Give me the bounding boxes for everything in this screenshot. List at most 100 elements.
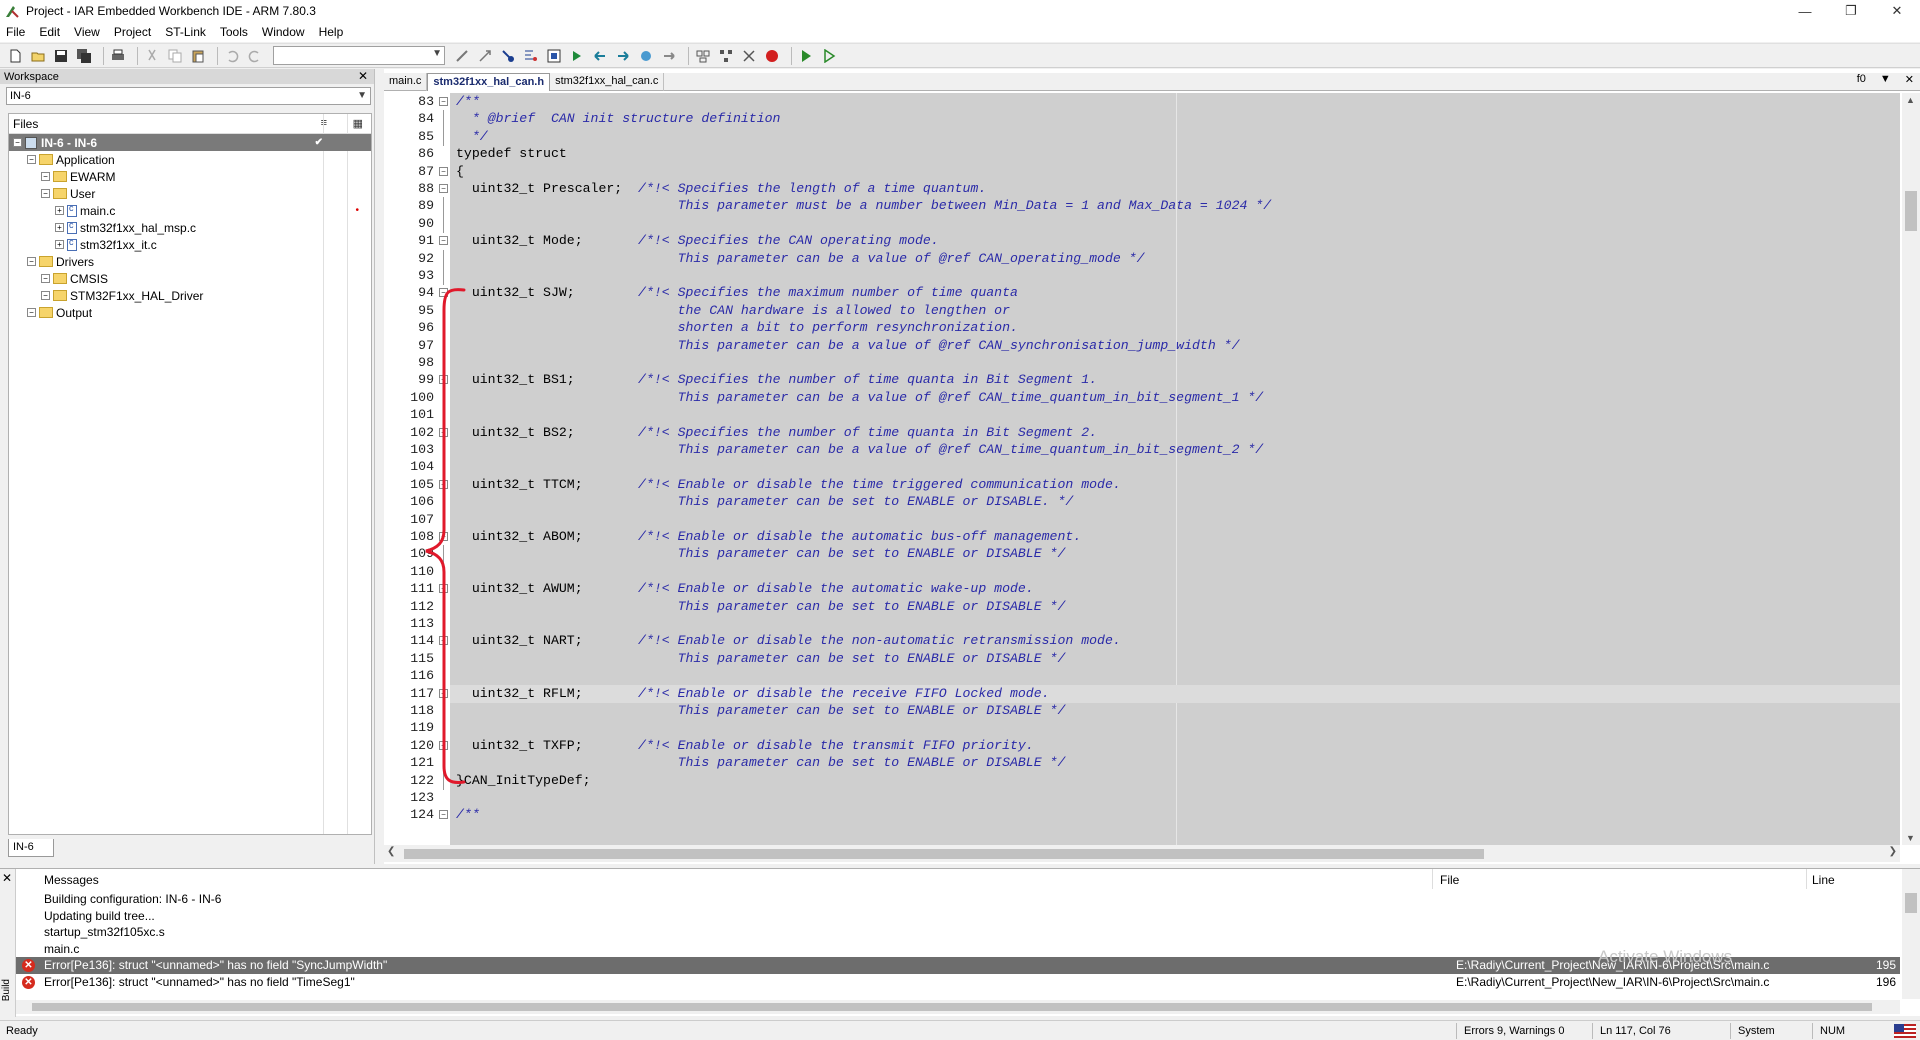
- menu-view[interactable]: View: [74, 25, 100, 39]
- find-in-files-icon[interactable]: [499, 47, 517, 65]
- tree-item[interactable]: − Drivers: [9, 253, 371, 270]
- fold-toggle-icon[interactable]: −: [439, 427, 448, 437]
- navigate-back-icon[interactable]: [591, 47, 609, 65]
- tree-item[interactable]: − CMSIS: [9, 270, 371, 287]
- workspace-tab[interactable]: IN-6: [8, 839, 54, 857]
- tab-main-c[interactable]: main.c: [384, 73, 428, 91]
- vertical-scrollbar[interactable]: ▲ ▼: [1902, 93, 1920, 845]
- code-line[interactable]: 116: [384, 667, 1900, 686]
- code-line[interactable]: 112 This parameter can be set to ENABLE …: [384, 597, 1900, 616]
- settings-icon[interactable]: ▦: [353, 117, 363, 130]
- tree-item[interactable]: + stm32f1xx_it.c: [9, 236, 371, 253]
- debug-without-downloading-icon[interactable]: [820, 47, 838, 65]
- code-line[interactable]: 89 This parameter must be a number betwe…: [384, 197, 1900, 216]
- toggle-bookmark-icon[interactable]: [453, 47, 471, 65]
- copy-icon[interactable]: [166, 47, 184, 65]
- fold-toggle-icon[interactable]: −: [439, 166, 448, 176]
- code-line[interactable]: 84 * @brief CAN init structure definitio…: [384, 110, 1900, 129]
- expand-toggle-icon[interactable]: −: [41, 189, 50, 198]
- code-line[interactable]: 120− uint32_t TXFP; /*!< Enable or disab…: [384, 737, 1900, 755]
- next-bookmark-icon[interactable]: [476, 47, 494, 65]
- code-line[interactable]: 85 */: [384, 127, 1900, 146]
- code-area[interactable]: 83−/** 84 * @brief CAN init structure def…: [384, 93, 1900, 845]
- menu-edit[interactable]: Edit: [39, 25, 60, 39]
- expand-toggle-icon[interactable]: −: [41, 274, 50, 283]
- column-separator[interactable]: [1806, 869, 1807, 889]
- build-tab[interactable]: Build: [1, 979, 12, 1001]
- find-combo-box[interactable]: ▼: [273, 46, 445, 65]
- expand-toggle-icon[interactable]: −: [27, 155, 36, 164]
- messages-vertical-scrollbar[interactable]: [1902, 869, 1920, 999]
- fold-toggle-icon[interactable]: −: [439, 688, 448, 698]
- menu-help[interactable]: Help: [319, 25, 344, 39]
- code-line[interactable]: 102− uint32_t BS2; /*!< Specifies the nu…: [384, 424, 1900, 442]
- code-line[interactable]: 88− uint32_t Prescaler; /*!< Specifies t…: [384, 180, 1900, 198]
- code-line[interactable]: 100 This parameter can be a value of @re…: [384, 388, 1900, 407]
- tree-item[interactable]: − IN-6 - IN-6 ✔: [9, 134, 371, 151]
- code-line[interactable]: 101: [384, 406, 1900, 425]
- code-line[interactable]: 119: [384, 719, 1900, 738]
- code-line[interactable]: 122}CAN_InitTypeDef;: [384, 771, 1900, 790]
- expand-toggle-icon[interactable]: +: [55, 240, 64, 249]
- download-and-debug-icon[interactable]: [797, 47, 815, 65]
- expand-toggle-icon[interactable]: +: [55, 206, 64, 215]
- maximize-button[interactable]: ❐: [1828, 0, 1874, 22]
- find-next-icon[interactable]: [522, 47, 540, 65]
- print-icon[interactable]: [109, 47, 127, 65]
- tree-item[interactable]: − EWARM: [9, 168, 371, 185]
- fold-toggle-icon[interactable]: −: [439, 810, 448, 820]
- tree-item[interactable]: − User: [9, 185, 371, 202]
- scroll-left-icon[interactable]: ❮: [387, 846, 395, 857]
- code-line[interactable]: 83−/**: [384, 93, 1900, 111]
- close-icon[interactable]: ✕: [358, 69, 368, 83]
- paste-icon[interactable]: [189, 47, 207, 65]
- go-to-icon[interactable]: [545, 47, 563, 65]
- chevron-down-icon[interactable]: ▼: [1880, 73, 1891, 86]
- tree-item[interactable]: − Output: [9, 304, 371, 321]
- save-all-icon[interactable]: [75, 47, 93, 65]
- messages-column-header[interactable]: Messages: [44, 873, 99, 887]
- code-line[interactable]: 113: [384, 615, 1900, 633]
- close-window-button[interactable]: ✕: [1874, 0, 1920, 22]
- code-line[interactable]: 91− uint32_t Mode; /*!< Specifies the CA…: [384, 232, 1900, 250]
- code-line[interactable]: 123: [384, 789, 1900, 807]
- code-line[interactable]: 95 the CAN hardware is allowed to length…: [384, 301, 1900, 320]
- build-icon[interactable]: [637, 47, 655, 65]
- scroll-right-icon[interactable]: ❯: [1889, 846, 1897, 857]
- code-line[interactable]: 103 This parameter can be a value of @re…: [384, 441, 1900, 459]
- menu-tools[interactable]: Tools: [220, 25, 248, 39]
- tree-item[interactable]: − STM32F1xx_HAL_Driver: [9, 287, 371, 304]
- tree-item[interactable]: − Application: [9, 151, 371, 168]
- close-icon[interactable]: ✕: [1905, 73, 1914, 86]
- menu-file[interactable]: File: [6, 25, 25, 39]
- close-icon[interactable]: ✕: [2, 871, 12, 885]
- code-line[interactable]: 115 This parameter can be set to ENABLE …: [384, 649, 1900, 668]
- message-row[interactable]: Building configuration: IN-6 - IN-6: [16, 891, 1900, 908]
- column-separator[interactable]: [1432, 869, 1433, 889]
- expand-toggle-icon[interactable]: −: [27, 308, 36, 317]
- code-line[interactable]: 94− uint32_t SJW; /*!< Specifies the max…: [384, 284, 1900, 302]
- fold-toggle-icon[interactable]: −: [439, 97, 448, 106]
- code-line[interactable]: 97 This parameter can be a value of @ref…: [384, 336, 1900, 355]
- expand-toggle-icon[interactable]: −: [41, 291, 50, 300]
- function-navigator[interactable]: f0: [1857, 73, 1866, 86]
- tab-stm32f1xx-hal-can-c[interactable]: stm32f1xx_hal_can.c: [550, 73, 665, 91]
- compile-icon[interactable]: [660, 47, 678, 65]
- menu-st-link[interactable]: ST-Link: [165, 25, 206, 39]
- fold-toggle-icon[interactable]: −: [439, 740, 448, 750]
- toggle-breakpoint-icon[interactable]: [763, 47, 781, 65]
- expand-toggle-icon[interactable]: −: [13, 138, 22, 147]
- configuration-select[interactable]: IN-6 ▼: [6, 87, 371, 105]
- open-folder-icon[interactable]: [29, 47, 47, 65]
- tree-item[interactable]: + stm32f1xx_hal_msp.c: [9, 219, 371, 236]
- fold-toggle-icon[interactable]: −: [439, 375, 448, 385]
- messages-horizontal-scrollbar[interactable]: [16, 1000, 1900, 1014]
- code-line[interactable]: 99− uint32_t BS1; /*!< Specifies the num…: [384, 371, 1900, 389]
- fold-toggle-icon[interactable]: −: [439, 288, 448, 298]
- make-icon[interactable]: [694, 47, 712, 65]
- next-error-icon[interactable]: [614, 47, 632, 65]
- scroll-thumb[interactable]: [1905, 191, 1917, 231]
- expand-toggle-icon[interactable]: +: [55, 223, 64, 232]
- fold-toggle-icon[interactable]: −: [439, 532, 448, 541]
- scroll-thumb[interactable]: [1905, 893, 1917, 913]
